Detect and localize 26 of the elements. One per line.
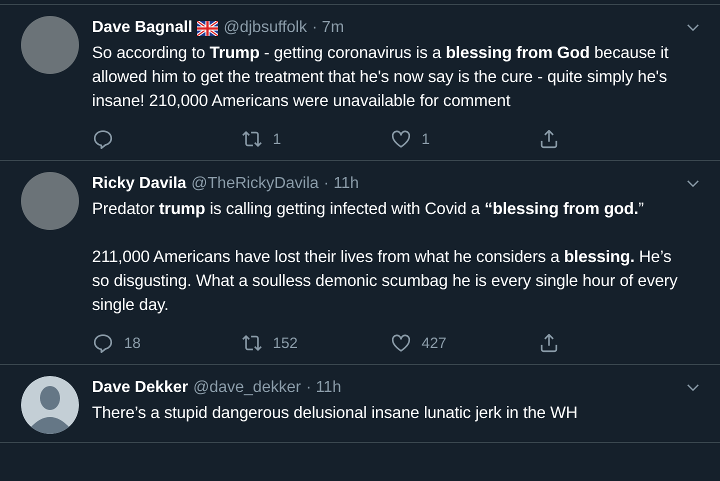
like-count: 427 — [422, 334, 447, 352]
tweet-text: 211,000 Americans have lost their lives from what he considers a blessing. He’s so disgusting. What a soulless demonic scumbag he is every single hour of every single day. — [92, 247, 678, 316]
tweet-time[interactable]: · 11h — [306, 379, 342, 397]
retweet-count: 152 — [272, 334, 298, 352]
reply-count: 18 — [124, 334, 141, 352]
author-name[interactable]: Dave Dekker — [92, 379, 188, 397]
heart-icon[interactable] — [390, 128, 412, 150]
like-count: 1 — [422, 130, 430, 148]
default-avatar-icon[interactable] — [21, 376, 79, 434]
chevron-down-icon[interactable] — [686, 383, 700, 392]
tweet-time[interactable]: · 11h — [324, 175, 359, 193]
author-handle[interactable]: @TheRickyDavila — [191, 175, 319, 193]
heart-icon[interactable] — [390, 332, 412, 354]
chevron-down-icon[interactable] — [686, 23, 700, 32]
retweet-count: 1 — [272, 130, 282, 148]
author-name[interactable]: Dave Bagnall — [92, 19, 192, 37]
tweet-text: So according to Trump - getting coronavirus is a blessing from God because it allowed him to get the treatment that he's now say is the cure - quite simply he's insane! 210,000 Americans were unavailable for comment — [92, 43, 670, 112]
chevron-down-icon[interactable] — [686, 179, 700, 188]
tweet-text: Predator trump is calling getting infected with Covid a “blessing from god.” — [92, 199, 645, 220]
tweet-time[interactable]: · 7m — [312, 19, 344, 37]
author-handle[interactable]: @dave_dekker — [193, 379, 301, 397]
author-handle[interactable]: @djbsuffolk — [223, 19, 308, 37]
tweet-text: There’s a stupid dangerous delusional insane lunatic jerk in the WH — [92, 403, 579, 424]
author-name[interactable]: Ricky Davila — [92, 175, 186, 193]
reply-icon[interactable] — [92, 332, 114, 354]
reply-icon[interactable] — [92, 128, 114, 150]
